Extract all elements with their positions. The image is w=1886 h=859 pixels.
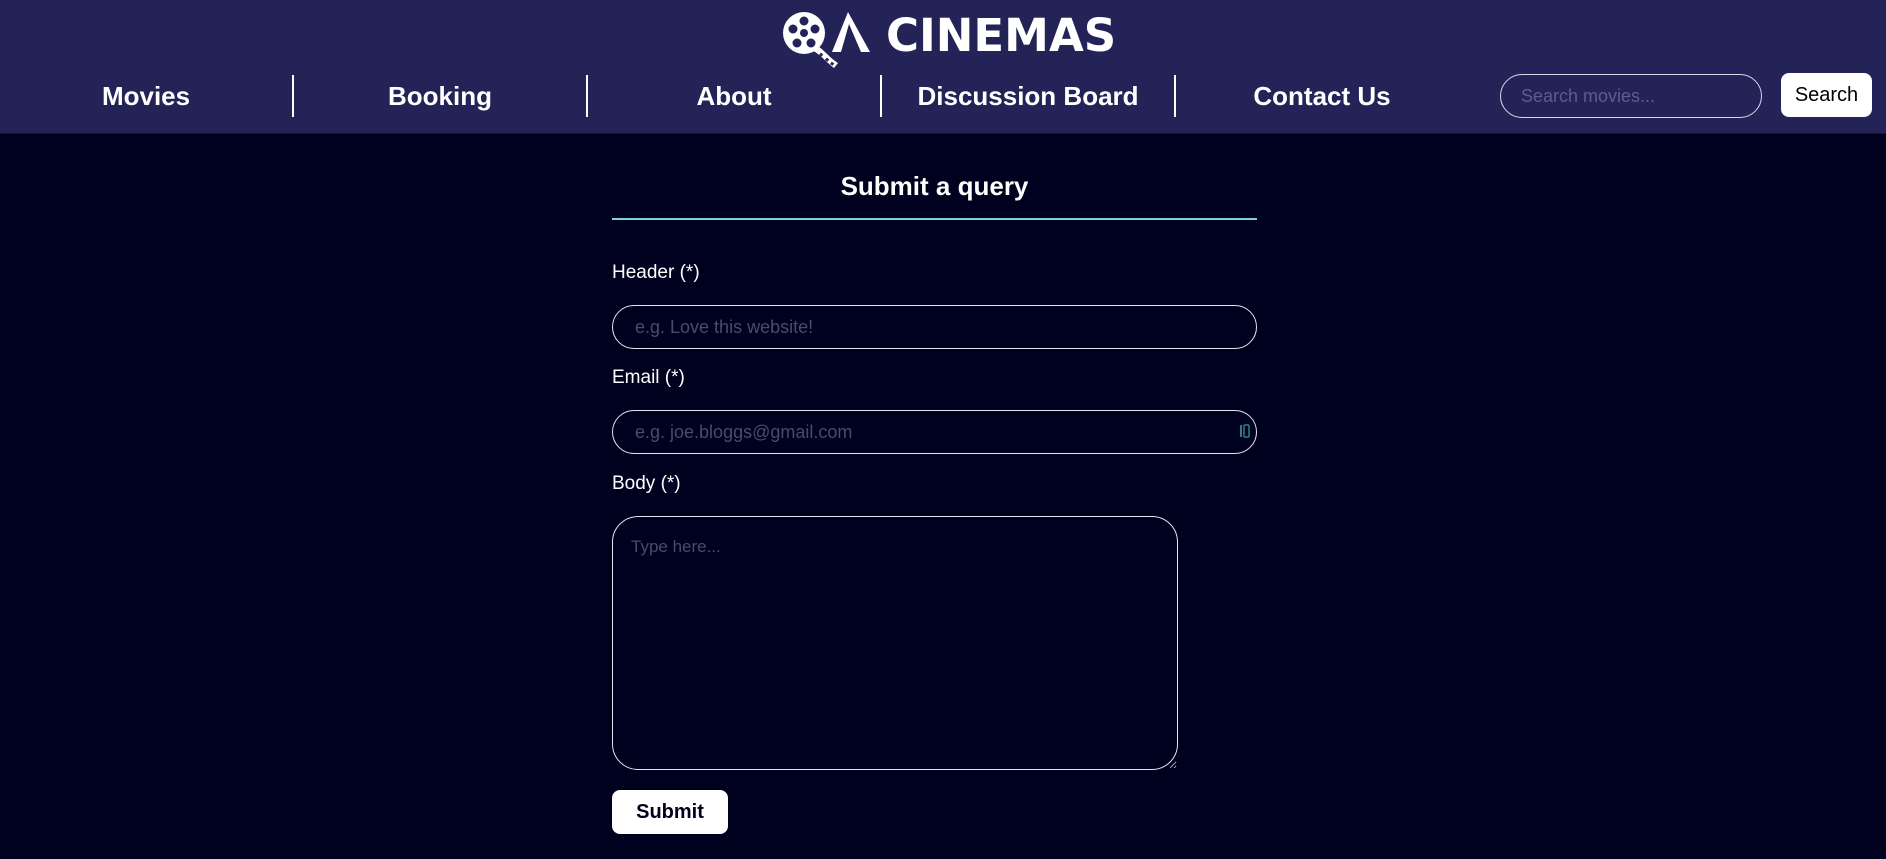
search-button[interactable]: Search — [1781, 73, 1872, 117]
email-field[interactable] — [612, 410, 1257, 454]
header-field[interactable] — [612, 305, 1257, 349]
main-nav: Movies Booking About Discussion Board Co… — [0, 72, 1468, 120]
page-title: Submit a query — [612, 134, 1257, 220]
search-input[interactable] — [1500, 74, 1762, 118]
nav-item-about[interactable]: About — [588, 72, 880, 120]
site-logo[interactable]: CINEMAS — [782, 6, 1116, 72]
password-manager-icon[interactable] — [1240, 424, 1250, 438]
body-textarea[interactable] — [612, 516, 1178, 770]
nav-item-movies[interactable]: Movies — [0, 72, 292, 120]
nav-item-discussion-board[interactable]: Discussion Board — [882, 72, 1174, 120]
query-form: Submit a query Header (*) Email (*) Body… — [612, 134, 1257, 834]
logo-text: CINEMAS — [886, 8, 1117, 62]
film-reel-logo-icon — [783, 12, 870, 68]
body-field-label: Body (*) — [612, 473, 681, 494]
email-field-label: Email (*) — [612, 367, 685, 388]
site-header: CINEMAS Movies Booking About Discussion … — [0, 0, 1886, 134]
submit-button[interactable]: Submit — [612, 790, 728, 834]
nav-item-contact-us[interactable]: Contact Us — [1176, 72, 1468, 120]
nav-item-booking[interactable]: Booking — [294, 72, 586, 120]
header-field-label: Header (*) — [612, 262, 700, 283]
